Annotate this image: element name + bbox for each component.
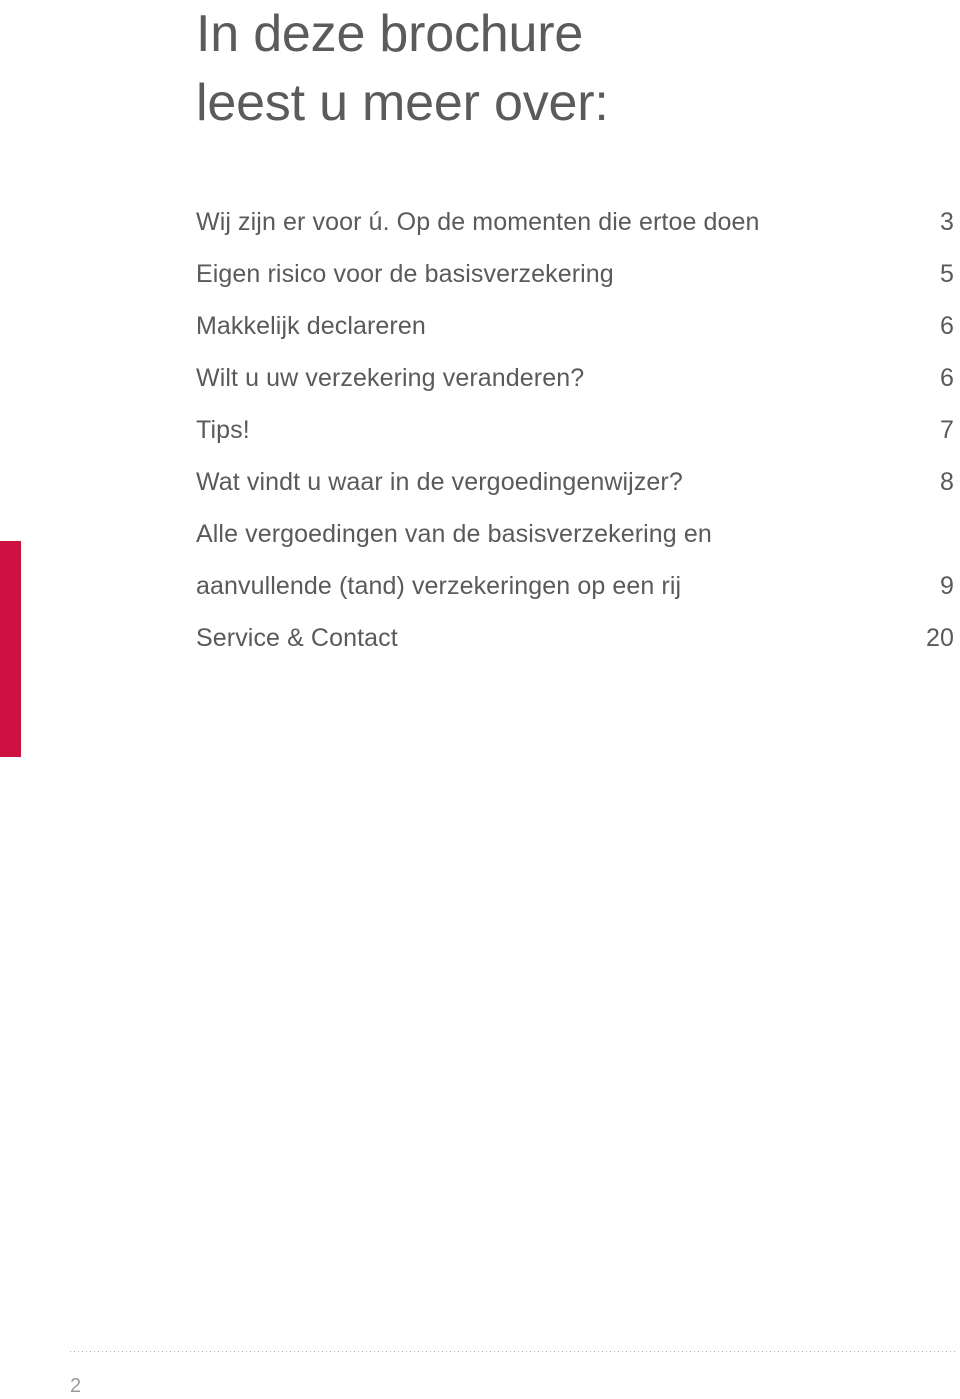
toc-entry-page-number: 8 [939,468,954,496]
toc-entry-vergoedingenwijzer[interactable]: Wat vindt u waar in de vergoedingenwijze… [196,456,954,508]
toc-entry-tips[interactable]: Tips! 7 [196,404,954,456]
footer-page-number: 2 [70,1375,82,1397]
toc-entry-eigen-risico[interactable]: Eigen risico voor de basisverzekering 5 [196,248,954,300]
table-of-contents: Wij zijn er voor ú. Op de momenten die e… [196,196,954,664]
left-accent-bar [0,541,21,757]
toc-entry-page-number: 6 [939,364,954,392]
toc-entry-verzekering-veranderen[interactable]: Wilt u uw verzekering veranderen? 6 [196,352,954,404]
toc-entry-page-number: 7 [939,416,954,444]
toc-entry-label-line-2: aanvullende (tand) verzekeringen op een … [196,572,682,600]
toc-entry-alle-vergoedingen[interactable]: Alle vergoedingen van de basisverzekerin… [196,508,954,612]
toc-entry-label: Eigen risico voor de basisverzekering [196,260,614,288]
toc-entry-service-contact[interactable]: Service & Contact 20 [196,612,954,664]
brochure-contents-page: In deze brochure leest u meer over: Wij … [0,0,960,1399]
toc-entry-label: Wat vindt u waar in de vergoedingenwijze… [196,468,683,496]
toc-entry-label: Wilt u uw verzekering veranderen? [196,364,585,392]
toc-entry-label: Service & Contact [196,624,398,652]
toc-entry-page-number: 3 [939,208,954,236]
toc-entry-wij-zijn-er-voor-u[interactable]: Wij zijn er voor ú. Op de momenten die e… [196,196,954,248]
toc-entry-page-number: 9 [939,572,954,600]
toc-entry-label-line-1: Alle vergoedingen van de basisverzekerin… [196,520,712,548]
footer-divider [70,1351,956,1352]
toc-entry-label: Wij zijn er voor ú. Op de momenten die e… [196,208,760,236]
toc-entry-page-number: 5 [939,260,954,288]
page-title-line-2: leest u meer over: [196,74,609,132]
toc-entry-makkelijk-declareren[interactable]: Makkelijk declareren 6 [196,300,954,352]
toc-entry-label: Makkelijk declareren [196,312,426,340]
toc-entry-label: Tips! [196,416,250,444]
toc-entry-page-number: 20 [925,624,954,652]
page-title-line-1: In deze brochure [196,5,584,63]
page-title: In deze brochure leest u meer over: [196,0,896,138]
toc-entry-page-number: 6 [939,312,954,340]
